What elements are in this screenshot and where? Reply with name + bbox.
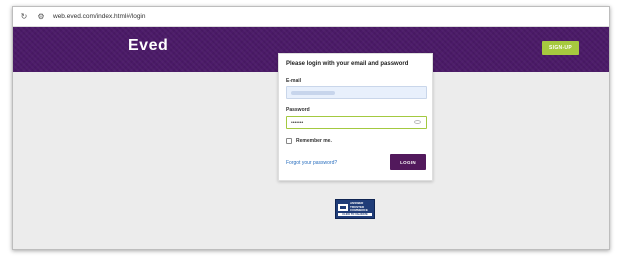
password-label: Password [286, 107, 310, 113]
email-field[interactable] [286, 86, 427, 99]
email-label: E-mail [286, 78, 302, 84]
badge-validate-text: CLICK TO VALIDATE [338, 213, 372, 216]
logo-text: Eved [128, 37, 169, 54]
remember-me-checkbox[interactable] [286, 138, 292, 144]
trusted-commerce-badge[interactable]: ANSWER TRUSTED COMMERCE CLICK TO VALIDAT… [335, 199, 375, 219]
password-field[interactable]: ••••••• [286, 116, 427, 129]
email-value-redacted [291, 90, 335, 95]
login-card: Please login with your email and passwor… [278, 53, 433, 181]
reload-icon[interactable]: ↻ [18, 11, 30, 23]
address-bar: ↻ ⚙ web.eved.com/index.html#/login [13, 7, 609, 27]
browser-window: ↻ ⚙ web.eved.com/index.html#/login Eved … [12, 6, 610, 250]
eved-logo[interactable]: Eved [128, 37, 168, 55]
remember-me-row[interactable]: Remember me. [286, 138, 332, 144]
tune-icon[interactable]: ⚙ [35, 11, 47, 23]
badge-logo-icon [338, 203, 348, 211]
remember-me-label: Remember me. [296, 138, 332, 144]
signup-button[interactable]: SIGN-UP [542, 41, 579, 55]
show-password-icon[interactable] [414, 120, 421, 124]
forgot-password-link[interactable]: Forgot your password? [286, 160, 337, 166]
badge-line-3: COMMERCE [350, 208, 368, 212]
login-title: Please login with your email and passwor… [286, 61, 409, 67]
login-button[interactable]: LOGIN [390, 154, 426, 170]
password-value: ••••••• [291, 119, 304, 126]
url-field[interactable]: web.eved.com/index.html#/login [53, 13, 146, 20]
